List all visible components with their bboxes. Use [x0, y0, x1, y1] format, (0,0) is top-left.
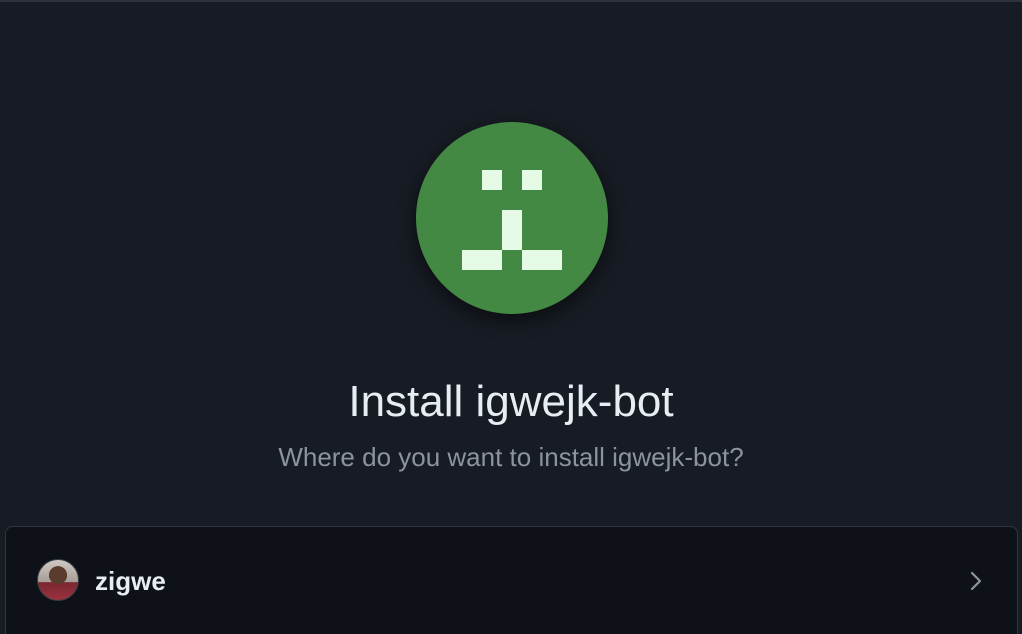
page-subtitle: Where do you want to install igwejk-bot?: [278, 442, 744, 472]
account-item-zigwe[interactable]: zigwe: [6, 527, 1017, 634]
chevron-right-icon: [970, 571, 982, 591]
avatar: [37, 559, 79, 601]
account-name: zigwe: [95, 566, 166, 596]
account-list: zigwe: [5, 526, 1018, 634]
page-title: Install igwejk-bot: [348, 377, 674, 426]
install-app-page: Install igwejk-bot Where do you want to …: [0, 0, 1022, 634]
app-logo: [416, 122, 608, 314]
